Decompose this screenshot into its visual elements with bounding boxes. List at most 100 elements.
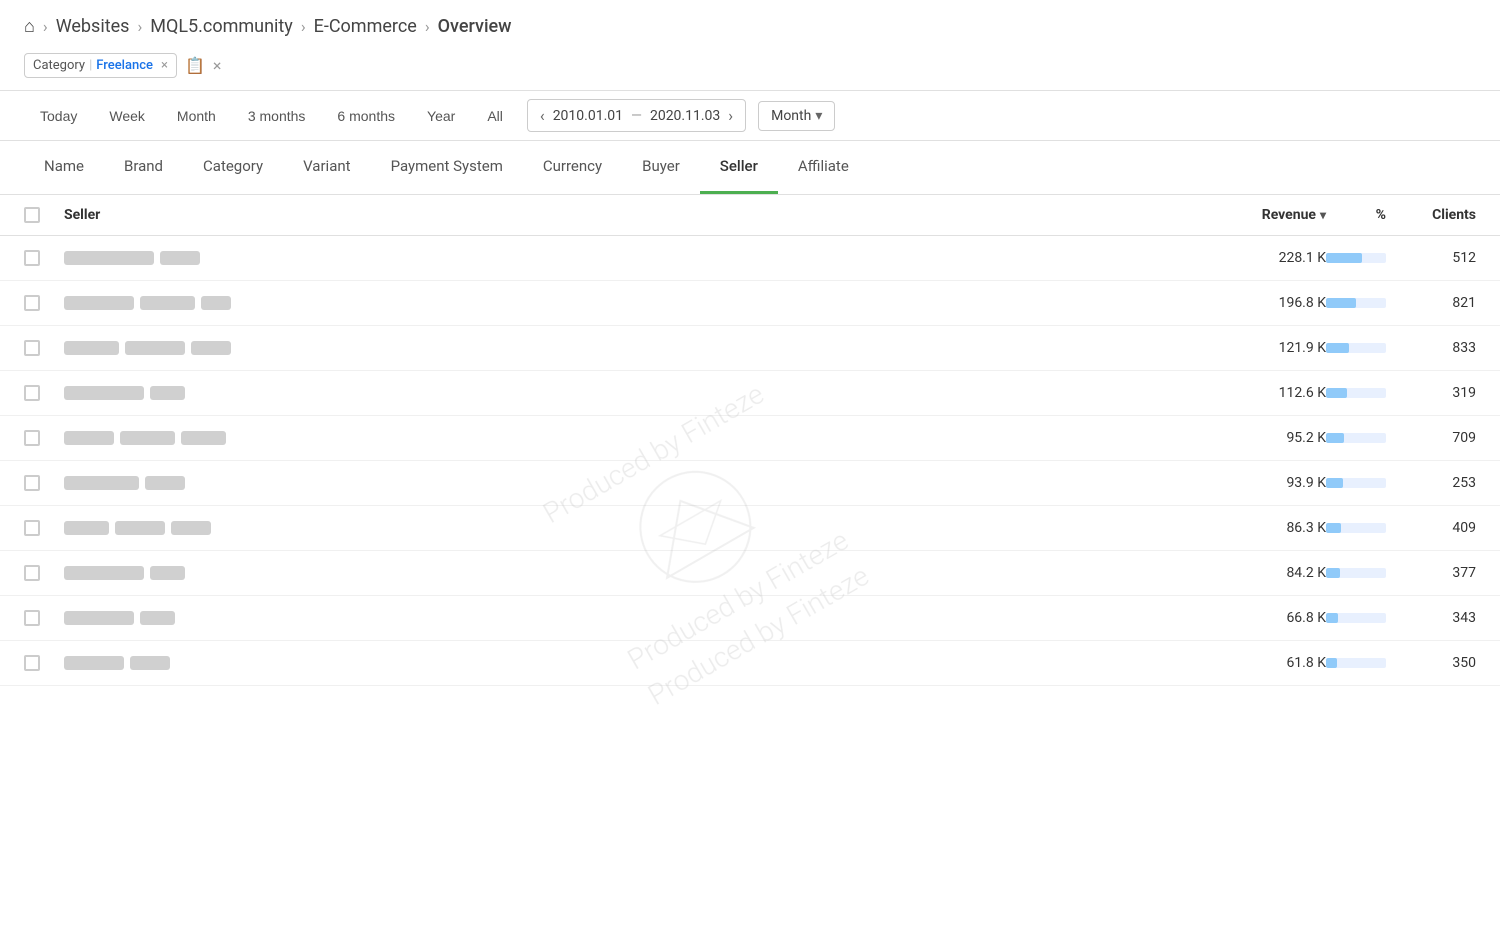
- row-checkbox-box[interactable]: [24, 610, 40, 626]
- th-clients: Clients: [1386, 207, 1476, 223]
- row-checkbox[interactable]: [24, 385, 64, 401]
- filter-tag-category[interactable]: Category | Freelance ×: [24, 53, 177, 78]
- row-revenue: 66.8 K: [1206, 610, 1326, 626]
- row-revenue: 93.9 K: [1206, 475, 1326, 491]
- th-revenue[interactable]: Revenue ▾: [1206, 207, 1326, 223]
- row-seller: [64, 341, 1206, 355]
- row-checkbox[interactable]: [24, 250, 64, 266]
- table-row: 121.9 K833: [0, 326, 1500, 371]
- col-tab-buyer[interactable]: Buyer: [622, 141, 700, 194]
- row-seller: [64, 566, 1206, 580]
- row-seller: [64, 611, 1206, 625]
- row-seller: [64, 386, 1206, 400]
- row-checkbox-box[interactable]: [24, 340, 40, 356]
- column-tabs: NameBrandCategoryVariantPayment SystemCu…: [0, 141, 1500, 195]
- time-btn-all[interactable]: All: [471, 100, 519, 132]
- home-icon[interactable]: ⌂: [24, 16, 35, 37]
- time-btn-today[interactable]: Today: [24, 100, 93, 132]
- row-checkbox[interactable]: [24, 520, 64, 536]
- blurred-seller-segment: [191, 341, 231, 355]
- blurred-seller-segment: [201, 296, 231, 310]
- time-btn-year[interactable]: Year: [411, 100, 471, 132]
- col-tab-variant[interactable]: Variant: [283, 141, 370, 194]
- blurred-seller-segment: [64, 296, 134, 310]
- col-tab-name[interactable]: Name: [24, 141, 104, 194]
- row-checkbox-box[interactable]: [24, 520, 40, 536]
- row-revenue: 61.8 K: [1206, 655, 1326, 671]
- filter-clear-icon[interactable]: ×: [213, 56, 222, 75]
- time-range-dash: —: [631, 108, 642, 124]
- row-checkbox-box[interactable]: [24, 565, 40, 581]
- row-checkbox[interactable]: [24, 655, 64, 671]
- table-body: 228.1 K512196.8 K821121.9 K833112.6 K319…: [0, 236, 1500, 686]
- row-seller: [64, 296, 1206, 310]
- row-checkbox-box[interactable]: [24, 655, 40, 671]
- row-revenue: 196.8 K: [1206, 295, 1326, 311]
- breadcrumb-sep-1: ›: [43, 17, 48, 36]
- row-seller: [64, 251, 1206, 265]
- time-btn-month[interactable]: Month: [161, 100, 232, 132]
- row-clients: 709: [1386, 430, 1476, 446]
- th-seller: Seller: [64, 207, 1206, 223]
- time-bar: Today Week Month 3 months 6 months Year …: [0, 90, 1500, 141]
- blurred-seller-segment: [64, 341, 119, 355]
- row-pct: [1326, 388, 1386, 398]
- row-checkbox[interactable]: [24, 475, 64, 491]
- row-clients: 350: [1386, 655, 1476, 671]
- breadcrumb-sep-2: ›: [137, 17, 142, 36]
- blurred-seller-segment: [64, 521, 109, 535]
- col-tab-currency[interactable]: Currency: [523, 141, 622, 194]
- filter-bar: Category | Freelance × 📋 ×: [0, 49, 1500, 90]
- row-clients: 821: [1386, 295, 1476, 311]
- breadcrumb-mql5[interactable]: MQL5.community: [150, 16, 293, 37]
- blurred-seller-segment: [64, 566, 144, 580]
- time-btn-week[interactable]: Week: [93, 100, 161, 132]
- table-row: 86.3 K409: [0, 506, 1500, 551]
- breadcrumb-websites[interactable]: Websites: [56, 16, 130, 37]
- group-select-label: Month: [771, 108, 811, 124]
- time-btn-6months[interactable]: 6 months: [321, 100, 411, 132]
- time-range-left-arrow[interactable]: ‹: [540, 106, 545, 125]
- col-tab-category[interactable]: Category: [183, 141, 283, 194]
- row-revenue: 95.2 K: [1206, 430, 1326, 446]
- filter-doc-icon[interactable]: 📋: [185, 56, 205, 75]
- row-checkbox[interactable]: [24, 610, 64, 626]
- row-checkbox[interactable]: [24, 295, 64, 311]
- row-checkbox[interactable]: [24, 565, 64, 581]
- row-pct: [1326, 253, 1386, 263]
- group-select[interactable]: Month ▾: [758, 101, 835, 131]
- time-range-end: 2020.11.03: [650, 108, 720, 124]
- row-seller: [64, 656, 1206, 670]
- col-tab-affiliate[interactable]: Affiliate: [778, 141, 869, 194]
- row-seller: [64, 476, 1206, 490]
- blurred-seller-segment: [140, 611, 175, 625]
- filter-tag-label: Category: [33, 58, 85, 73]
- row-clients: 512: [1386, 250, 1476, 266]
- row-checkbox-box[interactable]: [24, 295, 40, 311]
- blurred-seller-segment: [115, 521, 165, 535]
- table-row: 196.8 K 821: [0, 281, 1500, 326]
- blurred-seller-segment: [145, 476, 185, 490]
- row-checkbox-box[interactable]: [24, 385, 40, 401]
- breadcrumb-ecommerce[interactable]: E-Commerce: [314, 16, 417, 37]
- row-checkbox-box[interactable]: [24, 250, 40, 266]
- blurred-seller-segment: [64, 386, 144, 400]
- row-pct: [1326, 433, 1386, 443]
- time-btn-3months[interactable]: 3 months: [232, 100, 322, 132]
- time-range-start: 2010.01.01: [553, 108, 623, 124]
- col-tab-payment-system[interactable]: Payment System: [371, 141, 523, 194]
- row-clients: 343: [1386, 610, 1476, 626]
- row-checkbox-box[interactable]: [24, 430, 40, 446]
- col-tab-seller[interactable]: Seller: [700, 141, 778, 194]
- time-range-picker[interactable]: ‹ 2010.01.01 — 2020.11.03 ›: [527, 99, 746, 132]
- row-checkbox[interactable]: [24, 340, 64, 356]
- filter-tag-close-icon[interactable]: ×: [161, 58, 168, 73]
- select-all-checkbox[interactable]: [24, 207, 40, 223]
- row-checkbox-box[interactable]: [24, 475, 40, 491]
- table-row: 66.8 K 343: [0, 596, 1500, 641]
- col-tab-brand[interactable]: Brand: [104, 141, 183, 194]
- th-checkbox[interactable]: [24, 207, 64, 223]
- time-range-right-arrow[interactable]: ›: [728, 106, 733, 125]
- table-header: Seller Revenue ▾ % Clients: [0, 195, 1500, 236]
- row-checkbox[interactable]: [24, 430, 64, 446]
